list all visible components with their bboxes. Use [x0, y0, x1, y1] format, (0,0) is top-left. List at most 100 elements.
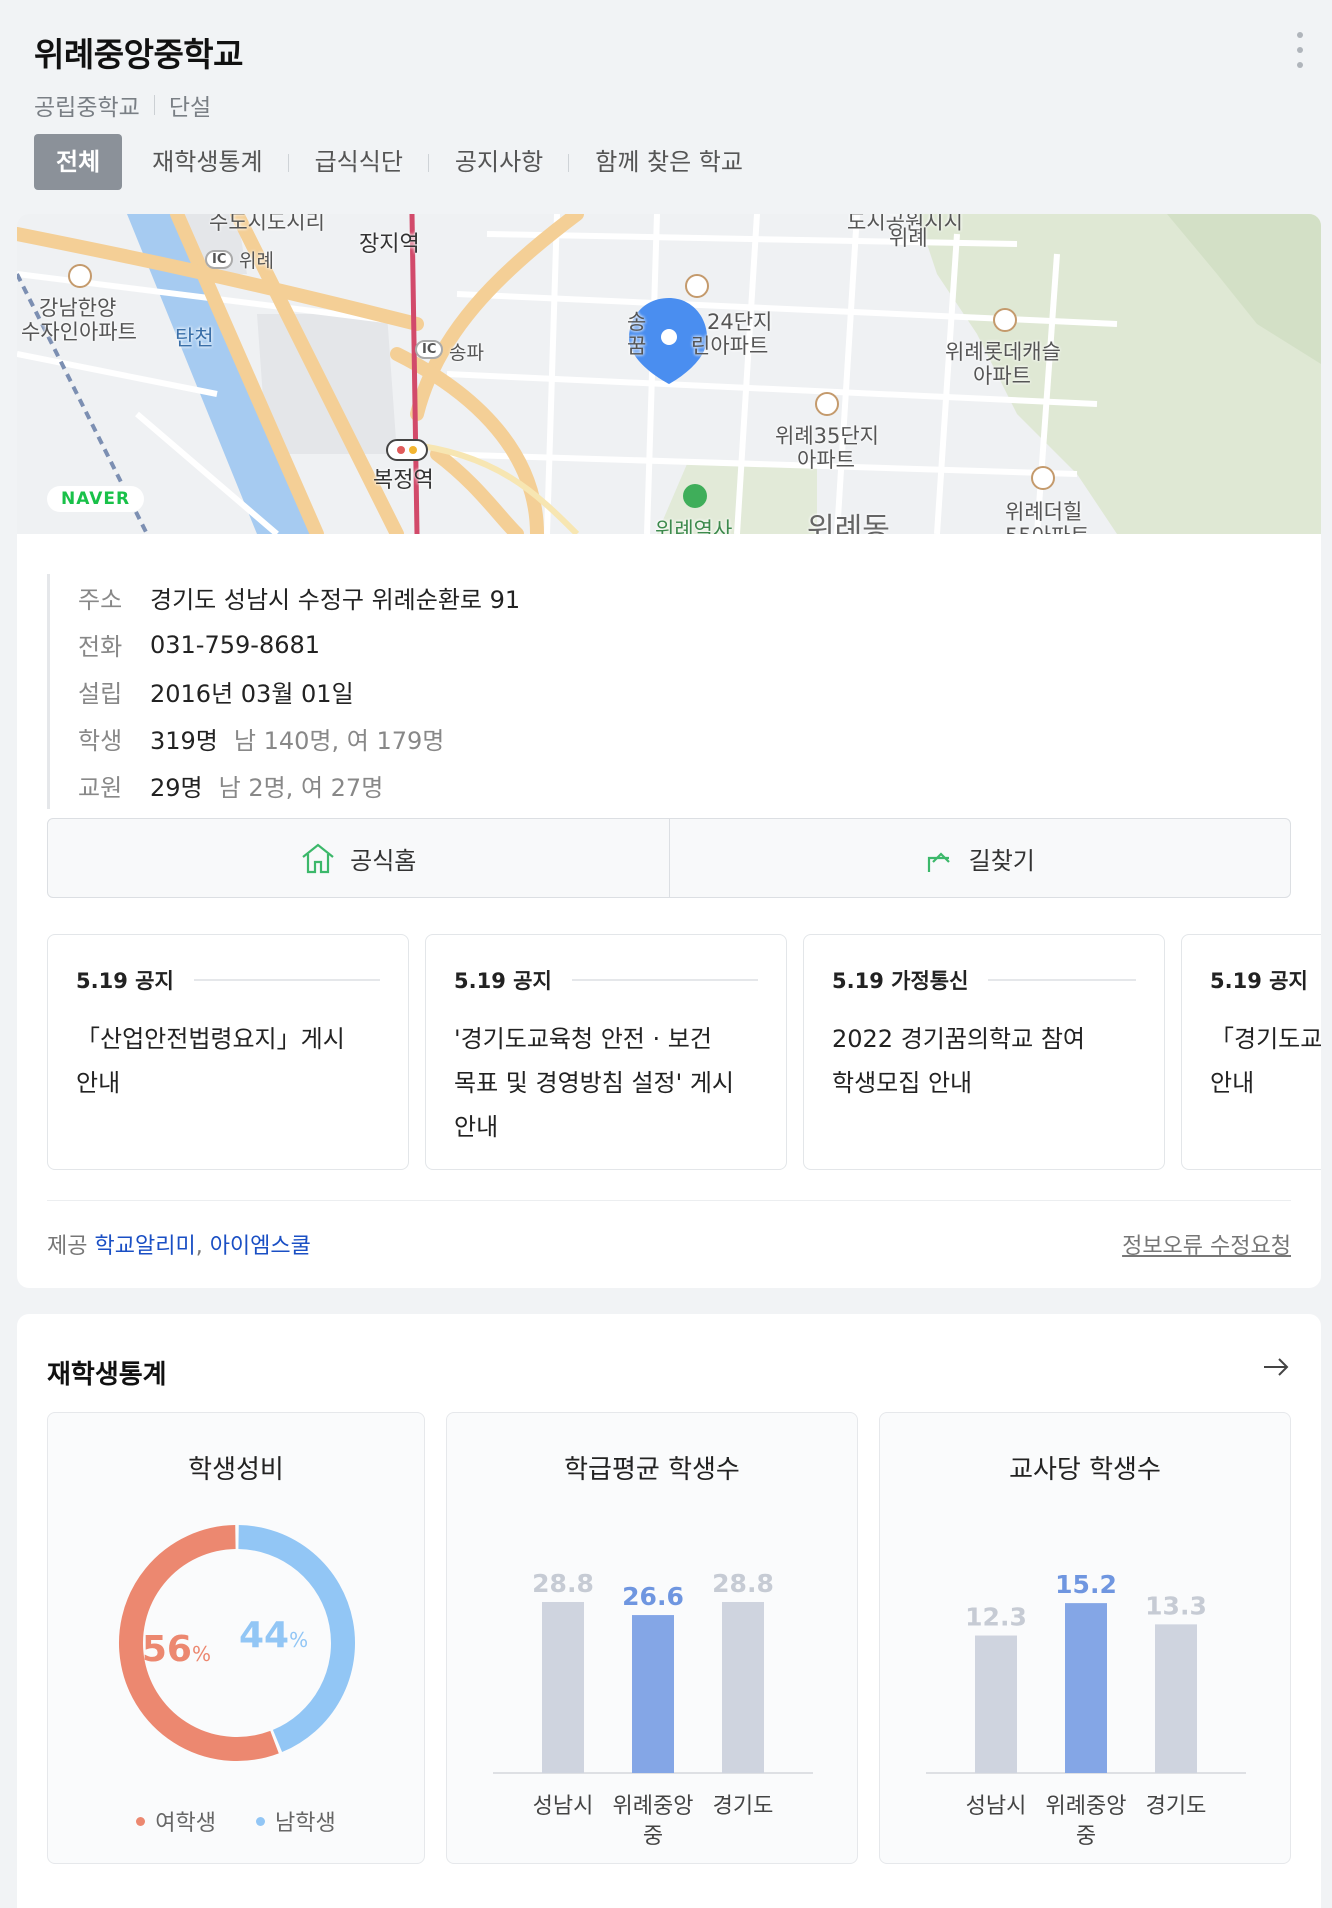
more-options-icon[interactable] [1290, 32, 1310, 68]
naver-logo: NAVER [47, 486, 145, 512]
source-link-schoolinfo[interactable]: 학교알리미 [94, 1234, 195, 1259]
phone-link[interactable]: 031-759-8681 [150, 631, 320, 659]
action-buttons: 공식홈 길찾기 [47, 818, 1291, 898]
tab-related-schools[interactable]: 함께 찾은 학교 [569, 134, 769, 190]
map-label: 위례 [239, 250, 274, 272]
school-info-card: 수도시도시리 도시공원시시 장지역 IC 위례 강남한양 수자인아파트 탄천 I… [17, 214, 1321, 1288]
ic-badge: IC [415, 340, 444, 359]
bar [722, 1602, 764, 1773]
gender-ratio-panel: 학생성비 56% 44% 여학생 남학생 [47, 1412, 425, 1864]
map-label: 꿈 [627, 334, 647, 358]
report-error-link[interactable]: 정보오류 수정요청 [1122, 1228, 1291, 1260]
home-icon [302, 843, 334, 874]
info-row-students: 학생 319명 남 140명, 여 179명 [78, 715, 520, 762]
map-label: 55아파트 [1005, 520, 1090, 534]
directions-icon [927, 852, 950, 872]
category-label: 위례중앙 중 [613, 1794, 694, 1849]
notice-date-category: 5.19 공지 [1210, 969, 1308, 993]
category-label: 성남시 [533, 1794, 594, 1819]
divider [47, 1200, 1291, 1201]
data-source: 제공 학교알리미, 아이엠스쿨 [47, 1228, 311, 1260]
tab-student-stats[interactable]: 재학생통계 [126, 134, 289, 190]
notice-title: 「경기도교육청 규정」게시 안내 [1210, 1025, 1321, 1097]
comma: , [195, 1234, 203, 1259]
map-area-label: 위례동 [807, 512, 890, 534]
subtitle-divider [153, 95, 155, 115]
notice-date-category: 5.19 가정통신 [832, 969, 969, 993]
class-average-panel: 학급평균 학생수 28.8 성남시 26.6 위례중앙 중 28.8 경기도 [446, 1412, 858, 1864]
notice-carousel[interactable]: 5.19 공지 「산업안전법령요지」게시 안내 5.19 공지 '경기도교육청 … [47, 934, 1321, 1174]
chart-legend: 여학생 남학생 [48, 1805, 424, 1837]
map-label: 린아파트 [691, 334, 769, 358]
tab-meal[interactable]: 급식식단 [289, 134, 429, 190]
notice-title: '경기도교육청 안전 · 보건 목표 및 경영방침 설정' 게시 안내 [454, 1025, 734, 1141]
official-home-label: 공식홈 [350, 846, 417, 875]
map-label: 아파트 [797, 448, 855, 472]
notice-card[interactable]: 5.19 공지 「경기도교육청 규정」게시 안내 [1181, 934, 1321, 1170]
legend-label: 남학생 [275, 1811, 336, 1836]
info-sub-value: 남 2명, 여 27명 [218, 774, 384, 802]
female-percent-label: 56% [142, 1629, 211, 1670]
tab-label: 재학생통계 [152, 148, 263, 176]
teacher-ratio-bar-chart: 12.3 성남시 15.2 위례중앙 중 13.3 경기도 [926, 1570, 1246, 1849]
info-key: 주소 [78, 586, 123, 614]
legend-label: 여학생 [155, 1811, 216, 1836]
gender-donut-chart: 56% 44% [119, 1525, 355, 1761]
bar-value-label: 28.8 [712, 1569, 774, 1598]
category-label: 경기도 [713, 1794, 774, 1819]
tab-all[interactable]: 전체 [34, 134, 123, 190]
map-station-label: 복정역 [373, 468, 434, 493]
tab-notices[interactable]: 공지사항 [429, 134, 570, 190]
map-view[interactable]: 수도시도시리 도시공원시시 장지역 IC 위례 강남한양 수자인아파트 탄천 I… [17, 214, 1321, 534]
map-label: 위례역사 [655, 518, 733, 534]
school-title: 위례중앙중학교 [34, 35, 244, 74]
info-sub-value: 남 140명, 여 179명 [233, 727, 445, 755]
info-key: 설립 [78, 680, 123, 708]
info-row-address: 주소 경기도 성남시 수정구 위례순환로 91 [78, 574, 520, 621]
male-percent-label: 44% [239, 1615, 308, 1656]
notice-card[interactable]: 5.19 공지 「산업안전법령요지」게시 안내 [47, 934, 409, 1170]
info-row-phone: 전화 031-759-8681 [78, 621, 520, 668]
arrow-right-icon[interactable] [1261, 1352, 1291, 1382]
tab-label: 급식식단 [314, 148, 403, 176]
map-label: 수자인아파트 [21, 320, 137, 344]
directions-button[interactable]: 길찾기 [668, 819, 1291, 897]
bar-value-label: 26.6 [622, 1582, 684, 1611]
bar [632, 1615, 674, 1773]
class-average-bar-chart: 28.8 성남시 26.6 위례중앙 중 28.8 경기도 [493, 1569, 813, 1849]
bar-value-label: 28.8 [532, 1569, 594, 1598]
notice-date-category: 5.19 공지 [454, 969, 552, 993]
school-type: 공립중학교 [34, 95, 140, 121]
info-key: 학생 [78, 727, 123, 755]
info-row-founded: 설립 2016년 03월 01일 [78, 668, 520, 715]
notice-title: 「산업안전법령요지」게시 안내 [76, 1025, 345, 1097]
map-label: 송파 [449, 342, 484, 364]
bar-value-label: 15.2 [1055, 1570, 1117, 1599]
category-label: 성남시 [966, 1794, 1027, 1819]
notice-card[interactable]: 5.19 가정통신 2022 경기꿈의학교 참여 학생모집 안내 [803, 934, 1165, 1170]
notice-card[interactable]: 5.19 공지 '경기도교육청 안전 · 보건 목표 및 경영방침 설정' 게시… [425, 934, 787, 1170]
map-label: 위례 [889, 226, 928, 250]
panel-title: 학급평균 학생수 [564, 1455, 740, 1485]
panel-title: 학생성비 [188, 1455, 284, 1485]
source-link-iamschool[interactable]: 아이엠스쿨 [210, 1234, 311, 1259]
map-label: 아파트 [973, 364, 1031, 388]
provided-label: 제공 [47, 1234, 88, 1259]
bar-value-label: 12.3 [965, 1603, 1027, 1632]
bar [542, 1602, 584, 1773]
legend-female: 여학생 [136, 1805, 216, 1837]
info-key: 교원 [78, 774, 123, 802]
info-value: 319명 [150, 727, 218, 755]
info-value: 경기도 성남시 수정구 위례순환로 91 [150, 586, 521, 614]
official-home-button[interactable]: 공식홈 [48, 819, 669, 897]
notice-title: 2022 경기꿈의학교 참여 학생모집 안내 [832, 1025, 1085, 1097]
school-gender-type: 단설 [168, 95, 212, 121]
map-station-label: 장지역 [359, 232, 420, 257]
category-label: 경기도 [1146, 1794, 1207, 1819]
info-value: 29명 [150, 774, 203, 802]
info-key: 전화 [78, 633, 123, 661]
page-header: 위례중앙중학교 공립중학교 단설 전체 재학생통계 급식식단 공지사항 함께 찾… [0, 0, 1332, 200]
map-label: 수도시도시리 [209, 214, 325, 234]
directions-label: 길찾기 [968, 846, 1035, 875]
notice-date-category: 5.19 공지 [76, 969, 174, 993]
